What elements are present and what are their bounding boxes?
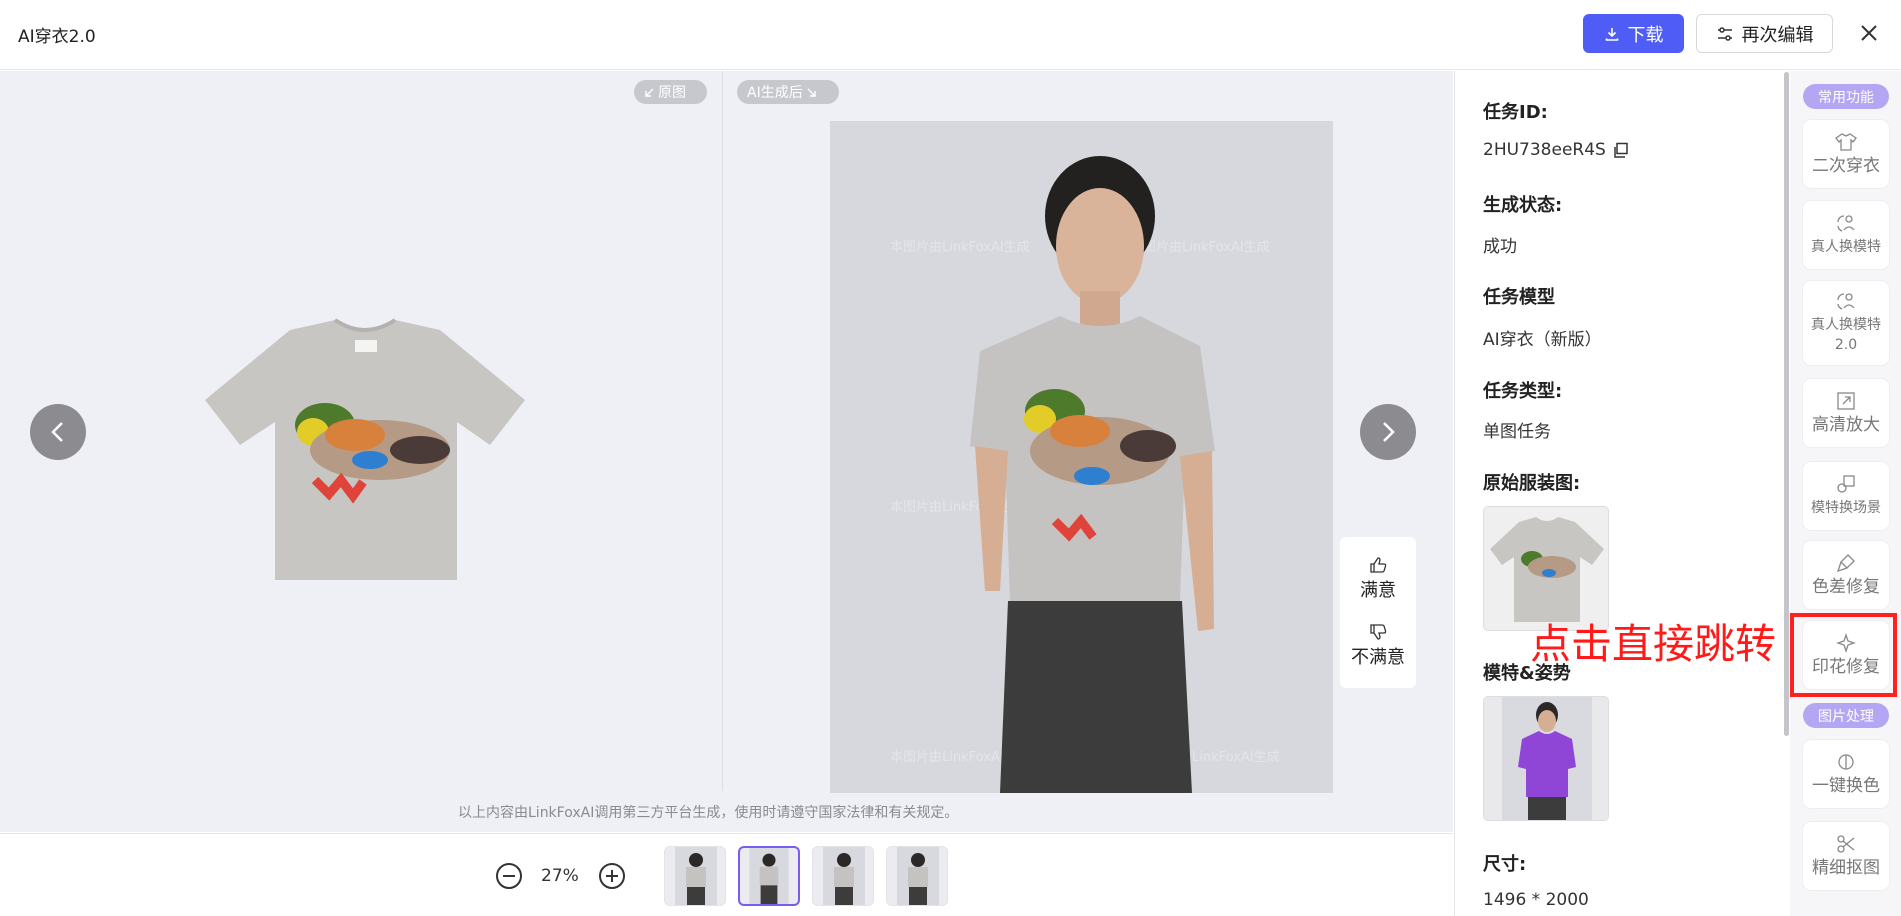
task-id-row: 2HU738eeR4S [1483, 140, 1629, 160]
model-pose-thumbnail[interactable] [1483, 696, 1609, 821]
download-button[interactable]: 下载 [1583, 14, 1684, 53]
close-icon[interactable] [1853, 17, 1885, 49]
swap-person-icon [1837, 215, 1855, 232]
upscale-icon [1837, 391, 1855, 410]
zoom-in-icon[interactable] [597, 861, 627, 891]
tool-sublabel: 2.0 [1834, 337, 1858, 353]
details-scrollbar[interactable] [1784, 72, 1789, 736]
original-garment-image [205, 318, 525, 580]
section-image-processing: 图片处理 [1803, 703, 1889, 728]
unsatisfied-label: 不满意 [1351, 647, 1405, 669]
task-id-label: 任务ID: [1483, 102, 1548, 123]
arrow-down-left-icon [645, 88, 654, 97]
result-thumbnail[interactable] [812, 846, 874, 906]
garment-label: 原始服装图: [1483, 473, 1581, 494]
reedit-button[interactable]: 再次编辑 [1696, 14, 1833, 53]
download-icon [1605, 27, 1618, 41]
copy-icon[interactable] [1612, 142, 1629, 159]
satisfied-button[interactable]: 满意 [1360, 556, 1396, 602]
result-thumbnail[interactable] [886, 846, 948, 906]
ai-result-image: 本图片由LinkFoxAI生成 本图片由LinkFoxAI生成 本图片由Link… [830, 121, 1333, 793]
ai-tag-label: AI生成后 [747, 85, 803, 101]
result-thumbnail-active[interactable] [738, 846, 800, 906]
swap-person-icon [1837, 293, 1855, 310]
satisfied-label: 满意 [1360, 579, 1396, 601]
chevron-left-icon [51, 422, 63, 442]
sliders-icon [1717, 26, 1732, 41]
unsatisfied-button[interactable]: 不满意 [1351, 623, 1405, 669]
tool-label: 精细抠图 [1812, 857, 1880, 878]
feedback-panel: 满意 不满意 [1340, 537, 1416, 688]
tool-label: 高清放大 [1812, 414, 1880, 435]
ai-tag: AI生成后 [737, 80, 839, 104]
disclaimer-text: 以上内容由LinkFoxAI调用第三方平台生成，使用时请遵守国家法律和有关规定。 [458, 805, 959, 821]
tool-model-scene[interactable]: 模特换场景 [1803, 462, 1889, 530]
thumbs-up-icon [1370, 557, 1387, 573]
next-arrow-button[interactable] [1360, 404, 1416, 460]
thumbs-down-icon [1370, 624, 1387, 640]
size-value: 1496 * 2000 [1483, 890, 1589, 910]
scene-icon [1837, 475, 1855, 493]
original-tag-label: 原图 [658, 85, 686, 101]
tool-swap-model-v2[interactable]: 真人换模特 2.0 [1803, 281, 1889, 365]
tool-label: 真人换模特 [1811, 239, 1881, 255]
cutout-icon [1837, 834, 1855, 853]
chevron-right-icon [1383, 422, 1395, 442]
model-value: AI穿衣（新版） [1483, 330, 1602, 350]
download-label: 下载 [1627, 24, 1664, 46]
compare-divider[interactable] [722, 71, 723, 791]
tool-label: 真人换模特 [1811, 317, 1881, 333]
tool-label: 色差修复 [1812, 576, 1880, 597]
result-thumbnail[interactable] [664, 846, 726, 906]
arrow-down-right-icon [807, 88, 816, 97]
section-common-features: 常用功能 [1803, 84, 1889, 109]
watermark-text: 本图片由LinkFoxAI生成 [1130, 240, 1270, 255]
top-bar: AI穿衣2.0 下载 再次编辑 [0, 0, 1901, 70]
prev-arrow-button[interactable] [30, 404, 86, 460]
type-label: 任务类型: [1483, 381, 1563, 402]
status-label: 生成状态: [1483, 195, 1563, 216]
reedit-label: 再次编辑 [1741, 24, 1814, 46]
zoom-value: 27% [541, 866, 579, 886]
tool-swap-model[interactable]: 真人换模特 [1803, 201, 1889, 269]
tool-label: 模特换场景 [1811, 500, 1881, 516]
tool-label: 一键换色 [1812, 775, 1880, 796]
color-swap-icon [1838, 753, 1854, 770]
app-title: AI穿衣2.0 [18, 27, 96, 47]
tool-one-click-recolor[interactable]: 一键换色 [1803, 740, 1889, 808]
size-label: 尺寸: [1483, 854, 1527, 875]
bottom-bar [0, 833, 1453, 916]
shirt-icon [1835, 132, 1857, 151]
watermark-text: 本图片由LinkFoxAI生成 [890, 240, 1030, 255]
highlight-box [1790, 613, 1897, 697]
type-value: 单图任务 [1483, 422, 1551, 442]
tool-fine-cutout[interactable]: 精细抠图 [1803, 822, 1889, 890]
zoom-out-icon[interactable] [494, 861, 524, 891]
tool-second-dressing[interactable]: 二次穿衣 [1803, 120, 1889, 188]
task-id-value: 2HU738eeR4S [1483, 140, 1606, 160]
original-tag: 原图 [634, 80, 707, 104]
status-value: 成功 [1483, 237, 1517, 257]
brush-icon [1836, 553, 1855, 572]
tool-hd-upscale[interactable]: 高清放大 [1803, 379, 1889, 447]
tool-color-fix[interactable]: 色差修复 [1803, 541, 1889, 609]
tool-label: 二次穿衣 [1812, 155, 1880, 176]
annotation-text: 点击直接跳转 [1530, 620, 1776, 668]
model-label: 任务模型 [1483, 287, 1555, 308]
